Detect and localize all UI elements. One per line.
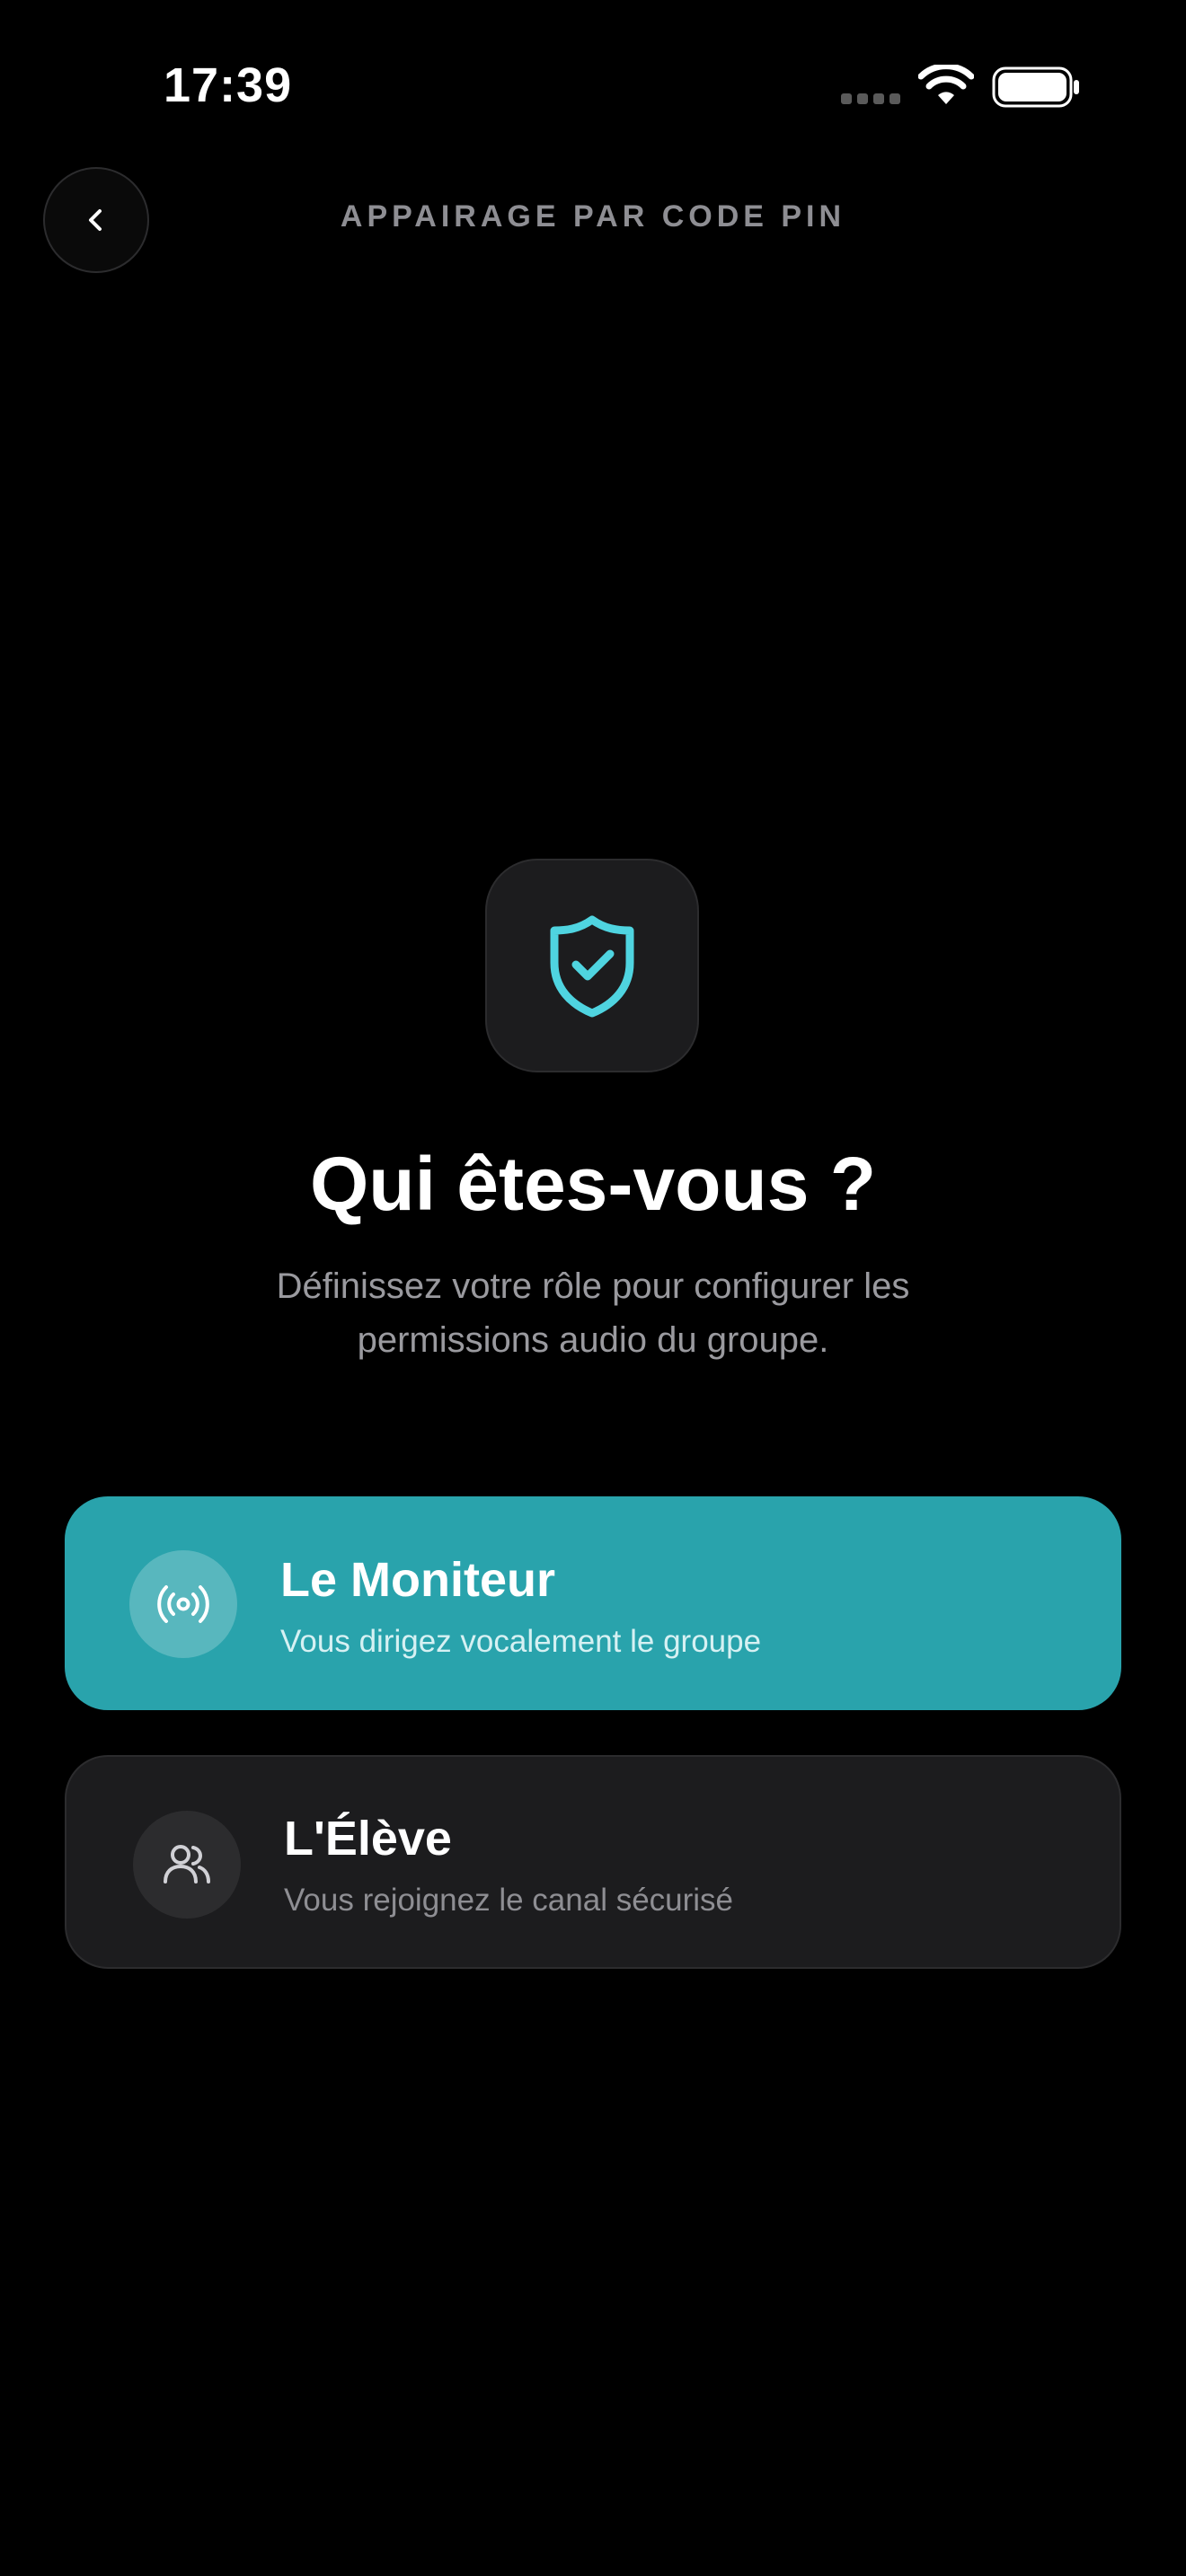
shield-badge [485, 859, 699, 1072]
cellular-signal-icon [841, 93, 900, 104]
page-title: APPAIRAGE PAR CODE PIN [340, 199, 846, 234]
status-bar: 17:39 [0, 0, 1186, 171]
role-title: L'Élève [284, 1812, 452, 1866]
role-icon-container [129, 1550, 237, 1658]
shield-check-icon [550, 915, 634, 1018]
broadcast-icon [157, 1585, 209, 1623]
role-icon-container [133, 1811, 241, 1919]
role-description: Vous rejoignez le canal sécurisé [284, 1883, 734, 1918]
role-card-moniteur[interactable]: Le Moniteur Vous dirigez vocalement le g… [65, 1496, 1121, 1710]
role-description: Vous dirigez vocalement le groupe [280, 1624, 762, 1659]
main-title: Qui êtes-vous ? [309, 1142, 877, 1226]
status-time: 17:39 [164, 58, 293, 112]
role-card-eleve[interactable]: L'Élève Vous rejoignez le canal sécurisé [65, 1755, 1121, 1969]
role-title: Le Moniteur [280, 1553, 555, 1607]
main-subtitle: Définissez votre rôle pour configurer le… [276, 1266, 910, 1360]
wifi-icon [918, 65, 974, 104]
users-icon [164, 1845, 210, 1883]
battery-icon [992, 66, 1079, 108]
